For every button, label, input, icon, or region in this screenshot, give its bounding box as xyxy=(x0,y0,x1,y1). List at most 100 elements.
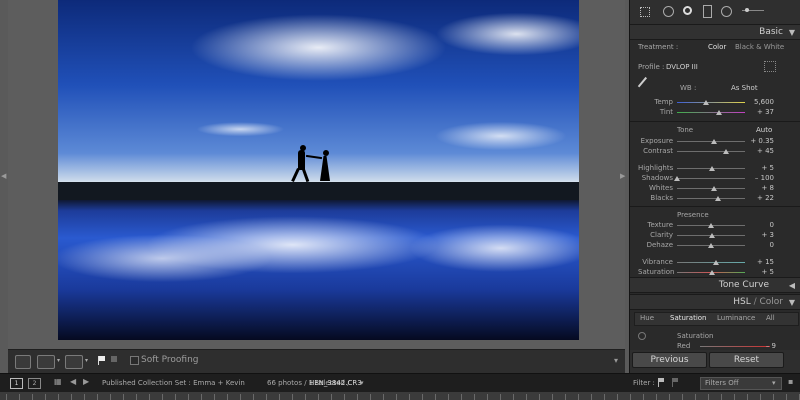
slider-value-tint[interactable]: + 37 xyxy=(734,108,774,116)
filmstrip-thumbnail[interactable] xyxy=(630,394,631,400)
filmstrip-thumbnail[interactable] xyxy=(253,394,254,400)
chevron-down-icon[interactable]: ▾ xyxy=(360,379,364,387)
filmstrip-thumbnail[interactable] xyxy=(513,394,514,400)
filmstrip-thumbnail[interactable] xyxy=(461,394,462,400)
left-panel-toggle-icon[interactable]: ◀ xyxy=(1,172,6,180)
filmstrip-thumbnail[interactable] xyxy=(669,394,670,400)
slider-thumb-blacks[interactable] xyxy=(715,196,722,201)
filmstrip-thumbnail[interactable] xyxy=(708,394,709,400)
tab-hue[interactable]: Hue xyxy=(640,314,654,322)
collapse-triangle-icon[interactable]: ▼ xyxy=(789,28,795,37)
filmstrip-thumbnail[interactable] xyxy=(565,394,566,400)
profile-select[interactable]: DVLOP III xyxy=(666,63,698,71)
filmstrip-thumbnail[interactable] xyxy=(370,394,371,400)
toolbar-menu-icon[interactable]: ▾ xyxy=(614,356,618,365)
filmstrip-thumbnail[interactable] xyxy=(734,394,735,400)
crop-overlay-icon[interactable] xyxy=(640,7,650,17)
soft-proofing-checkbox[interactable] xyxy=(130,356,139,365)
filmstrip-thumbnail[interactable] xyxy=(110,394,111,400)
filmstrip-thumbnail[interactable] xyxy=(344,394,345,400)
hsl-title-hsl[interactable]: HSL xyxy=(733,297,751,307)
flag-icon[interactable] xyxy=(98,356,106,365)
reset-button[interactable]: Reset xyxy=(709,352,784,368)
treatment-bw-option[interactable]: Black & White xyxy=(735,43,784,51)
slider-value-temp[interactable]: 5,600 xyxy=(734,98,774,106)
filmstrip-thumbnail[interactable] xyxy=(604,394,605,400)
filmstrip-thumbnail[interactable] xyxy=(331,394,332,400)
filmstrip-thumbnail[interactable] xyxy=(227,394,228,400)
tab-saturation[interactable]: Saturation xyxy=(670,314,707,322)
slider-thumb-vibrance[interactable] xyxy=(712,260,719,265)
filmstrip-thumbnail[interactable] xyxy=(162,394,163,400)
eyedropper-icon[interactable] xyxy=(637,76,657,96)
filmstrip-thumbnail[interactable] xyxy=(591,394,592,400)
loupe-view-icon[interactable] xyxy=(15,355,31,369)
back-arrow-icon[interactable]: ◀ xyxy=(70,377,76,386)
slider-thumb-clarity[interactable] xyxy=(709,233,716,238)
filmstrip-thumbnail[interactable] xyxy=(747,394,748,400)
source-path[interactable]: Published Collection Set : Emma + Kevin xyxy=(102,379,245,387)
filmstrip-thumbnail[interactable] xyxy=(448,394,449,400)
filmstrip-thumbnail[interactable] xyxy=(6,394,7,400)
red-eye-icon[interactable] xyxy=(683,6,692,15)
tab-all[interactable]: All xyxy=(766,314,775,322)
filmstrip-thumbnail[interactable] xyxy=(45,394,46,400)
radial-filter-icon[interactable] xyxy=(721,6,732,17)
filmstrip-thumbnail[interactable] xyxy=(149,394,150,400)
reject-flag-icon[interactable] xyxy=(111,356,117,362)
tone-auto-button[interactable]: Auto xyxy=(756,126,772,134)
wb-select[interactable]: As Shot xyxy=(731,84,758,92)
hsl-section-header[interactable]: HSL / Color ▼ xyxy=(630,294,800,310)
filmstrip-thumbnail[interactable] xyxy=(682,394,683,400)
slider-value-shadows[interactable]: – 100 xyxy=(734,174,774,182)
filmstrip-thumbnail[interactable] xyxy=(19,394,20,400)
slider-value-blacks[interactable]: + 22 xyxy=(734,194,774,202)
filmstrip-thumbnail[interactable] xyxy=(279,394,280,400)
slider-thumb-tint[interactable] xyxy=(716,110,723,115)
filmstrip-thumbnail[interactable] xyxy=(396,394,397,400)
slider-value-saturation[interactable]: + 5 xyxy=(734,268,774,276)
right-panel-toggle-icon[interactable]: ▶ xyxy=(620,172,625,180)
slider-value-exposure[interactable]: + 0.35 xyxy=(734,137,774,145)
filmstrip-thumbnail[interactable] xyxy=(760,394,761,400)
filmstrip-thumbnail[interactable] xyxy=(422,394,423,400)
slider-thumb-shadows[interactable] xyxy=(674,176,680,181)
treatment-color-option[interactable]: Color xyxy=(708,43,726,51)
filmstrip-thumbnail[interactable] xyxy=(474,394,475,400)
filmstrip-thumbnail[interactable] xyxy=(383,394,384,400)
filmstrip-thumbnail[interactable] xyxy=(58,394,59,400)
filmstrip-thumbnail[interactable] xyxy=(240,394,241,400)
filmstrip-thumbnail[interactable] xyxy=(32,394,33,400)
filmstrip-thumbnail[interactable] xyxy=(123,394,124,400)
filmstrip[interactable] xyxy=(0,392,800,400)
expand-triangle-icon[interactable]: ◀ xyxy=(789,281,795,290)
filmstrip-thumbnail[interactable] xyxy=(318,394,319,400)
filmstrip-thumbnail[interactable] xyxy=(500,394,501,400)
filmstrip-thumbnail[interactable] xyxy=(552,394,553,400)
graduated-filter-icon[interactable] xyxy=(703,5,712,18)
slider-value-contrast[interactable]: + 45 xyxy=(734,147,774,155)
hsl-red-value[interactable]: – 9 xyxy=(736,342,776,350)
filmstrip-thumbnail[interactable] xyxy=(721,394,722,400)
slider-thumb-dehaze[interactable] xyxy=(708,243,714,248)
filmstrip-thumbnail[interactable] xyxy=(578,394,579,400)
filmstrip-thumbnail[interactable] xyxy=(266,394,267,400)
filter-flag-icon[interactable] xyxy=(658,378,666,387)
yy-view-icon[interactable] xyxy=(65,355,83,369)
previous-button[interactable]: Previous xyxy=(632,352,707,368)
screen-2-button[interactable]: 2 xyxy=(28,378,41,389)
filter-unflag-icon[interactable] xyxy=(672,378,680,387)
filmstrip-thumbnail[interactable] xyxy=(526,394,527,400)
slider-value-clarity[interactable]: + 3 xyxy=(734,231,774,239)
collapse-triangle-icon[interactable]: ▼ xyxy=(789,298,795,307)
filmstrip-thumbnail[interactable] xyxy=(214,394,215,400)
spot-removal-icon[interactable] xyxy=(663,6,674,17)
tab-luminance[interactable]: Luminance xyxy=(717,314,755,322)
slider-thumb-texture[interactable] xyxy=(708,223,714,228)
filmstrip-thumbnail[interactable] xyxy=(539,394,540,400)
slider-thumb-contrast[interactable] xyxy=(722,149,729,154)
filmstrip-thumbnail[interactable] xyxy=(786,394,787,400)
filmstrip-thumbnail[interactable] xyxy=(487,394,488,400)
filename[interactable]: HEN_3842.CR3 xyxy=(309,379,362,387)
chevron-down-icon[interactable]: ▾ xyxy=(85,357,88,364)
